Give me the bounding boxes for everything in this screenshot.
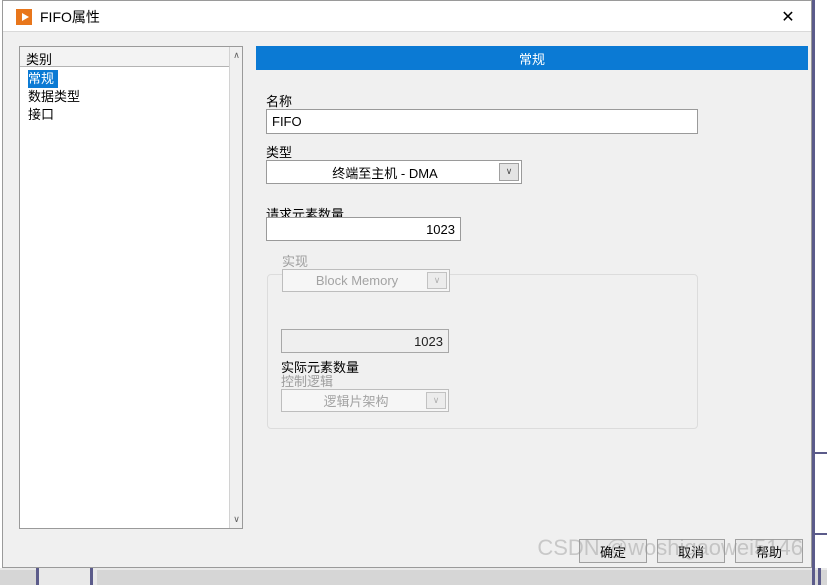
background-block-right — [97, 570, 827, 585]
cancel-button[interactable]: 取消 — [657, 539, 725, 563]
implementation-dropdown-value: Block Memory — [315, 273, 399, 288]
sidebar-item-general-label: 常规 — [28, 70, 59, 88]
ok-button[interactable]: 确定 — [579, 539, 647, 563]
background-divider-2 — [90, 568, 93, 585]
category-scrollbar[interactable]: ∧ ∨ — [229, 47, 242, 528]
title-bar: FIFO属性 ✕ — [3, 1, 811, 32]
scroll-up-icon[interactable]: ∧ — [230, 48, 243, 63]
name-label: 名称 — [266, 94, 293, 109]
control-logic-dropdown: 逻辑片架构 ∨ — [281, 389, 449, 412]
help-button[interactable]: 帮助 — [735, 539, 803, 563]
background-rule-2 — [812, 533, 827, 535]
chevron-down-icon[interactable]: ∨ — [499, 163, 519, 181]
title-separator — [3, 31, 811, 32]
category-list[interactable]: 常规 数据类型 接口 — [20, 68, 230, 528]
requested-elements-input[interactable]: 1023 — [266, 217, 461, 241]
scroll-down-icon[interactable]: ∨ — [230, 512, 243, 527]
control-logic-label: 控制逻辑 — [281, 374, 334, 389]
window-title: FIFO属性 — [40, 9, 100, 25]
type-dropdown[interactable]: 终端至主机 - DMA ∨ — [266, 160, 522, 184]
background-rule-1 — [812, 452, 827, 454]
implementation-label: 实现 — [282, 254, 309, 269]
actual-elements-input: 1023 — [281, 329, 449, 353]
chevron-down-icon: ∨ — [427, 272, 447, 289]
chevron-down-icon: ∨ — [426, 392, 446, 409]
settings-pane: 常规 名称 FIFO 类型 终端至主机 - DMA ∨ 请求元素数量 1023 … — [256, 46, 808, 529]
category-panel: 类别 常规 数据类型 接口 ∧ ∨ — [19, 46, 243, 529]
labview-play-icon — [16, 9, 32, 25]
control-logic-dropdown-value: 逻辑片架构 — [323, 394, 389, 409]
sidebar-item-interface[interactable]: 接口 — [20, 106, 230, 124]
category-header: 类别 — [20, 47, 230, 67]
background-divider-right — [812, 0, 815, 585]
close-icon[interactable]: ✕ — [765, 1, 811, 31]
type-dropdown-value: 终端至主机 - DMA — [332, 165, 438, 181]
sidebar-item-datatype[interactable]: 数据类型 — [20, 88, 230, 106]
fifo-properties-dialog: FIFO属性 ✕ 类别 常规 数据类型 接口 ∧ ∨ 常规 名称 FIFO 类型… — [2, 0, 812, 568]
implementation-dropdown: Block Memory ∨ — [282, 269, 450, 292]
screen-root: FIFO属性 ✕ 类别 常规 数据类型 接口 ∧ ∨ 常规 名称 FIFO 类型… — [0, 0, 827, 585]
sidebar-item-general[interactable]: 常规 — [20, 70, 230, 88]
background-block-left — [0, 570, 38, 585]
name-input[interactable]: FIFO — [266, 109, 698, 134]
section-banner: 常规 — [256, 46, 808, 70]
background-divider-3 — [818, 568, 821, 585]
background-divider-1 — [36, 568, 39, 585]
type-label: 类型 — [266, 145, 293, 160]
